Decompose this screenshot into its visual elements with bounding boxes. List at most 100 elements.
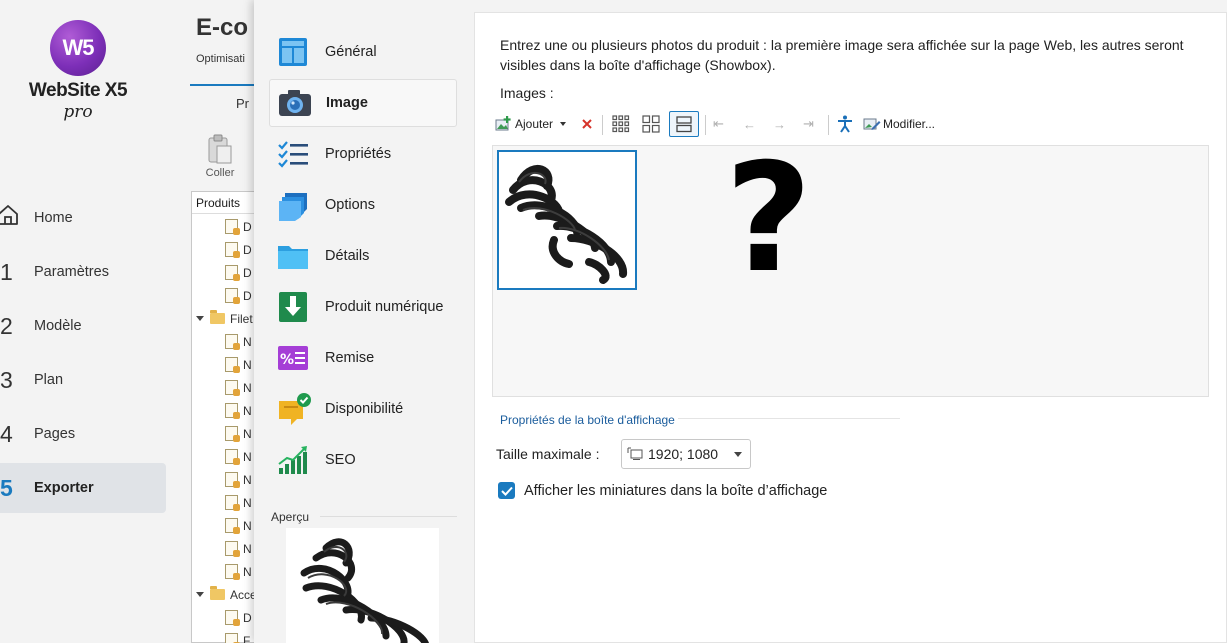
tree-item-row[interactable]: N	[225, 330, 252, 353]
tree-item-row[interactable]: D	[225, 238, 252, 261]
tree-item-label: N	[243, 380, 252, 395]
nav-item-parametres[interactable]: 1 Paramètres	[0, 247, 166, 297]
folder-icon	[210, 310, 225, 324]
product-icon	[225, 449, 240, 465]
image-toolbar: Ajouter ⇤ ← → ⇥ Modifier...	[495, 111, 1215, 139]
show-thumbnails-checkbox[interactable]	[498, 482, 515, 499]
nav-item-number: 4	[0, 420, 13, 447]
nav-item-exporter[interactable]: 5 Exporter	[0, 463, 166, 513]
max-size-value: 1920; 1080	[648, 446, 719, 462]
availability-check-icon	[277, 393, 311, 425]
tree-item-row[interactable]: N	[225, 376, 252, 399]
accessibility-button[interactable]	[837, 111, 853, 137]
product-tree[interactable]: Produits D D D D Filet N N N N N N N N N N N Acce D F	[191, 191, 260, 643]
tree-folder-row[interactable]: Acce	[196, 583, 257, 606]
tree-item-row[interactable]: N	[225, 353, 252, 376]
nav-item-home[interactable]: Home	[0, 193, 166, 243]
view-medium-icons-button[interactable]	[640, 111, 662, 137]
tree-item-label: N	[243, 495, 252, 510]
move-first-button[interactable]: ⇤	[713, 111, 724, 137]
nav-item-label: Plan	[34, 372, 64, 388]
rope-image	[505, 164, 627, 284]
properties-list-icon	[277, 138, 311, 170]
page-title: E-co	[196, 14, 249, 41]
tree-item-label: F	[243, 633, 251, 643]
tree-item-label: Acce	[230, 587, 257, 602]
product-icon	[225, 380, 240, 396]
tree-item-row[interactable]: N	[225, 560, 252, 583]
section-options[interactable]: Options	[269, 181, 457, 229]
section-label: Produit numérique	[325, 299, 444, 315]
expand-arrow-icon[interactable]	[196, 592, 204, 597]
move-first-icon: ⇤	[713, 116, 724, 131]
nav-item-pages[interactable]: 4 Pages	[0, 409, 166, 459]
nav-item-number: 1	[0, 258, 13, 285]
tree-item-row[interactable]: D	[225, 215, 252, 238]
tree-item-row[interactable]: N	[225, 514, 252, 537]
tree-item-label: N	[243, 426, 252, 441]
view-large-icons-button[interactable]	[669, 111, 699, 137]
dropdown-caret-icon	[560, 122, 567, 126]
discount-percent-icon: %	[277, 342, 311, 374]
section-general[interactable]: Général	[269, 28, 457, 76]
section-seo[interactable]: SEO	[269, 436, 457, 484]
section-remise[interactable]: % Remise	[269, 334, 457, 382]
tree-item-label: N	[243, 357, 252, 372]
image-gallery[interactable]: ?	[492, 144, 1209, 397]
section-label: Propriétés	[325, 146, 392, 162]
section-details[interactable]: Détails	[269, 232, 457, 280]
section-label: Image	[326, 95, 368, 111]
section-proprietes[interactable]: Propriétés	[269, 130, 457, 178]
view-small-icons-button[interactable]	[610, 111, 632, 137]
clipboard-icon	[207, 134, 233, 164]
tree-item-row[interactable]: N	[225, 422, 252, 445]
section-label: Remise	[325, 350, 375, 366]
product-preview-image	[286, 528, 439, 643]
tree-item-row[interactable]: D	[225, 284, 252, 307]
max-size-select[interactable]: 1920; 1080	[621, 439, 751, 469]
tab-products[interactable]: Pr	[236, 96, 249, 111]
tree-item-row[interactable]: F	[225, 629, 250, 643]
tree-item-row[interactable]: N	[225, 491, 252, 514]
image-settings-panel: Entrez une ou plusieurs photos du produi…	[474, 12, 1227, 643]
tree-item-row[interactable]: D	[225, 261, 252, 284]
tree-item-label: D	[243, 288, 252, 303]
nav-item-modele[interactable]: 2 Modèle	[0, 301, 166, 351]
gallery-thumbnail-selected[interactable]	[497, 150, 637, 290]
options-layers-icon	[277, 189, 311, 221]
product-icon	[225, 334, 240, 350]
tree-item-row[interactable]: N	[225, 537, 252, 560]
add-label: Ajouter	[515, 117, 554, 131]
tree-item-row[interactable]: N	[225, 399, 252, 422]
section-divider	[678, 418, 900, 419]
tree-folder-row[interactable]: Filet	[196, 307, 253, 330]
expand-arrow-icon[interactable]	[196, 316, 204, 321]
tree-item-label: N	[243, 472, 252, 487]
show-thumbnails-option[interactable]: Afficher les miniatures dans la boîte d’…	[498, 482, 827, 499]
product-icon	[225, 541, 240, 557]
nav-item-label: Exporter	[34, 480, 94, 496]
delete-image-button[interactable]	[580, 111, 594, 137]
paste-label: Coller	[205, 167, 235, 179]
edit-label: Modifier...	[883, 117, 936, 131]
section-image[interactable]: Image	[269, 79, 457, 127]
add-image-icon	[495, 116, 511, 131]
missing-image-placeholder[interactable]: ?	[725, 144, 812, 294]
arrow-right-icon: →	[773, 116, 786, 132]
edit-image-button[interactable]: Modifier...	[863, 111, 935, 137]
paste-button[interactable]: Coller	[200, 134, 240, 179]
section-produit-numerique[interactable]: Produit numérique	[269, 283, 457, 331]
add-image-button[interactable]: Ajouter	[495, 111, 567, 137]
images-label: Images :	[500, 85, 554, 101]
product-icon	[225, 219, 240, 235]
tab-optimisation[interactable]: Optimisati	[196, 53, 245, 65]
product-icon	[225, 564, 240, 580]
tree-item-row[interactable]: N	[225, 468, 252, 491]
tree-item-row[interactable]: N	[225, 445, 252, 468]
section-disponibilite[interactable]: Disponibilité	[269, 385, 457, 433]
tree-item-row[interactable]: D	[225, 606, 252, 629]
tree-item-label: N	[243, 403, 252, 418]
nav-item-plan[interactable]: 3 Plan	[0, 355, 166, 405]
tree-item-label: N	[243, 449, 252, 464]
nav-item-label: Pages	[34, 426, 76, 442]
